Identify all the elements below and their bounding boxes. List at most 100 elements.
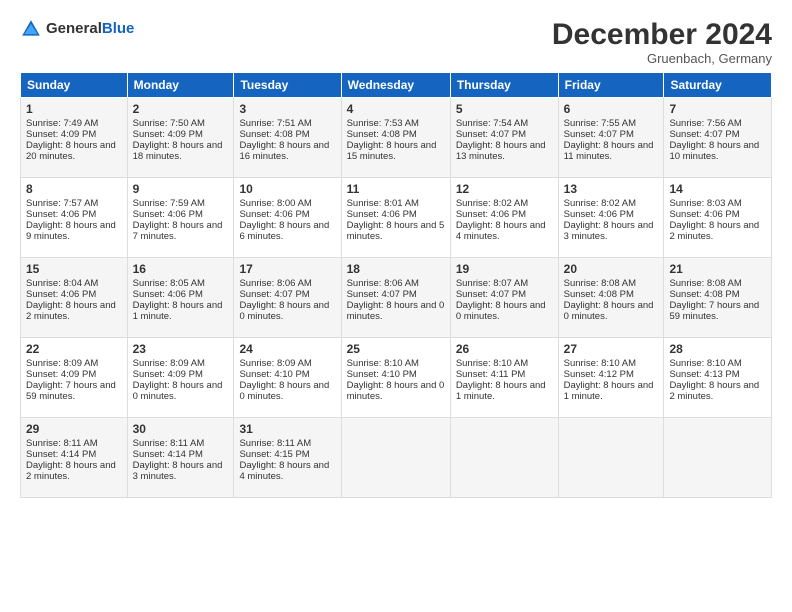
sunrise: Sunrise: 7:53 AM: [347, 118, 419, 129]
calendar-table: Sunday Monday Tuesday Wednesday Thursday…: [20, 72, 772, 498]
calendar-cell: 29Sunrise: 8:11 AMSunset: 4:14 PMDayligh…: [21, 418, 128, 498]
calendar-cell: 30Sunrise: 8:11 AMSunset: 4:14 PMDayligh…: [127, 418, 234, 498]
sunrise: Sunrise: 8:06 AM: [347, 278, 419, 289]
day-number: 30: [133, 422, 229, 436]
header-row: GeneralBlue December 2024 Gruenbach, Ger…: [20, 18, 772, 66]
sunrise: Sunrise: 8:10 AM: [669, 358, 741, 369]
calendar-cell: 24Sunrise: 8:09 AMSunset: 4:10 PMDayligh…: [234, 338, 341, 418]
daylight: Daylight: 8 hours and 1 minute.: [564, 380, 654, 402]
sunrise: Sunrise: 8:09 AM: [26, 358, 98, 369]
location: Gruenbach, Germany: [552, 51, 772, 66]
sunset: Sunset: 4:08 PM: [239, 129, 309, 140]
day-number: 22: [26, 342, 122, 356]
sunset: Sunset: 4:09 PM: [133, 129, 203, 140]
sunrise: Sunrise: 7:56 AM: [669, 118, 741, 129]
sunset: Sunset: 4:06 PM: [133, 209, 203, 220]
calendar-cell: [450, 418, 558, 498]
day-number: 26: [456, 342, 553, 356]
sunrise: Sunrise: 7:55 AM: [564, 118, 636, 129]
daylight: Daylight: 8 hours and 1 minute.: [456, 380, 546, 402]
sunrise: Sunrise: 8:03 AM: [669, 198, 741, 209]
calendar-week-row: 22Sunrise: 8:09 AMSunset: 4:09 PMDayligh…: [21, 338, 772, 418]
daylight: Daylight: 8 hours and 0 minutes.: [347, 300, 445, 322]
daylight: Daylight: 8 hours and 10 minutes.: [669, 140, 759, 162]
day-number: 19: [456, 262, 553, 276]
sunset: Sunset: 4:14 PM: [133, 449, 203, 460]
daylight: Daylight: 8 hours and 0 minutes.: [456, 300, 546, 322]
daylight: Daylight: 8 hours and 9 minutes.: [26, 220, 116, 242]
sunrise: Sunrise: 8:04 AM: [26, 278, 98, 289]
sunset: Sunset: 4:07 PM: [669, 129, 739, 140]
sunset: Sunset: 4:08 PM: [669, 289, 739, 300]
calendar-cell: 3Sunrise: 7:51 AMSunset: 4:08 PMDaylight…: [234, 98, 341, 178]
logo-icon: [20, 18, 42, 40]
sunset: Sunset: 4:07 PM: [347, 289, 417, 300]
sunset: Sunset: 4:09 PM: [26, 129, 96, 140]
sunrise: Sunrise: 8:07 AM: [456, 278, 528, 289]
calendar-cell: 18 Sunrise: 8:06 AMSunset: 4:07 PMDayligh…: [341, 258, 450, 338]
sunrise: Sunrise: 8:06 AM: [239, 278, 311, 289]
sunrise: Sunrise: 8:11 AM: [26, 438, 98, 449]
header-sunday: Sunday: [21, 73, 128, 98]
day-number: 13: [564, 182, 659, 196]
daylight: Daylight: 8 hours and 6 minutes.: [239, 220, 329, 242]
calendar-cell: [341, 418, 450, 498]
title-block: December 2024 Gruenbach, Germany: [552, 18, 772, 66]
sunset: Sunset: 4:06 PM: [669, 209, 739, 220]
day-number: 4: [347, 102, 445, 116]
day-number: 11: [347, 182, 445, 196]
logo-general: General: [46, 20, 102, 37]
day-number: 24: [239, 342, 335, 356]
header-monday: Monday: [127, 73, 234, 98]
sunset: Sunset: 4:08 PM: [347, 129, 417, 140]
calendar-cell: 16Sunrise: 8:05 AMSunset: 4:06 PMDayligh…: [127, 258, 234, 338]
daylight: Daylight: 8 hours and 15 minutes.: [347, 140, 437, 162]
calendar-cell: 4 Sunrise: 7:53 AMSunset: 4:08 PMDaylight…: [341, 98, 450, 178]
day-number: 27: [564, 342, 659, 356]
header-friday: Friday: [558, 73, 664, 98]
daylight: Daylight: 8 hours and 2 minutes.: [26, 300, 116, 322]
day-number: 12: [456, 182, 553, 196]
calendar-cell: 13Sunrise: 8:02 AMSunset: 4:06 PMDayligh…: [558, 178, 664, 258]
calendar-cell: [664, 418, 772, 498]
sunrise: Sunrise: 8:10 AM: [564, 358, 636, 369]
day-number: 15: [26, 262, 122, 276]
day-number: 5: [456, 102, 553, 116]
day-number: 9: [133, 182, 229, 196]
daylight: Daylight: 8 hours and 0 minutes.: [239, 300, 329, 322]
day-number: 18: [347, 262, 445, 276]
calendar-cell: 22Sunrise: 8:09 AMSunset: 4:09 PMDayligh…: [21, 338, 128, 418]
calendar-cell: 26Sunrise: 8:10 AMSunset: 4:11 PMDayligh…: [450, 338, 558, 418]
sunset: Sunset: 4:12 PM: [564, 369, 634, 380]
sunrise: Sunrise: 8:02 AM: [456, 198, 528, 209]
sunrise: Sunrise: 7:59 AM: [133, 198, 205, 209]
calendar-cell: 5Sunrise: 7:54 AMSunset: 4:07 PMDaylight…: [450, 98, 558, 178]
sunrise: Sunrise: 8:05 AM: [133, 278, 205, 289]
sunrise: Sunrise: 7:50 AM: [133, 118, 205, 129]
day-number: 6: [564, 102, 659, 116]
sunset: Sunset: 4:09 PM: [26, 369, 96, 380]
day-number: 14: [669, 182, 766, 196]
calendar-cell: 11Sunrise: 8:01 AMSunset: 4:06 PMDayligh…: [341, 178, 450, 258]
sunrise: Sunrise: 8:09 AM: [133, 358, 205, 369]
daylight: Daylight: 7 hours and 59 minutes.: [669, 300, 759, 322]
calendar-container: GeneralBlue December 2024 Gruenbach, Ger…: [0, 0, 792, 508]
daylight: Daylight: 8 hours and 0 minutes.: [564, 300, 654, 322]
sunset: Sunset: 4:09 PM: [133, 369, 203, 380]
sunset: Sunset: 4:06 PM: [347, 209, 417, 220]
month-title: December 2024: [552, 18, 772, 51]
sunrise: Sunrise: 7:57 AM: [26, 198, 98, 209]
calendar-cell: 17Sunrise: 8:06 AMSunset: 4:07 PMDayligh…: [234, 258, 341, 338]
sunset: Sunset: 4:06 PM: [456, 209, 526, 220]
daylight: Daylight: 8 hours and 0 minutes.: [239, 380, 329, 402]
calendar-cell: 20Sunrise: 8:08 AMSunset: 4:08 PMDayligh…: [558, 258, 664, 338]
sunrise: Sunrise: 8:01 AM: [347, 198, 419, 209]
daylight: Daylight: 8 hours and 4 minutes.: [239, 460, 329, 482]
daylight: Daylight: 8 hours and 11 minutes.: [564, 140, 654, 162]
day-number: 21: [669, 262, 766, 276]
day-number: 29: [26, 422, 122, 436]
calendar-cell: 15Sunrise: 8:04 AMSunset: 4:06 PMDayligh…: [21, 258, 128, 338]
day-number: 10: [239, 182, 335, 196]
calendar-cell: 31Sunrise: 8:11 AMSunset: 4:15 PMDayligh…: [234, 418, 341, 498]
daylight: Daylight: 8 hours and 20 minutes.: [26, 140, 116, 162]
